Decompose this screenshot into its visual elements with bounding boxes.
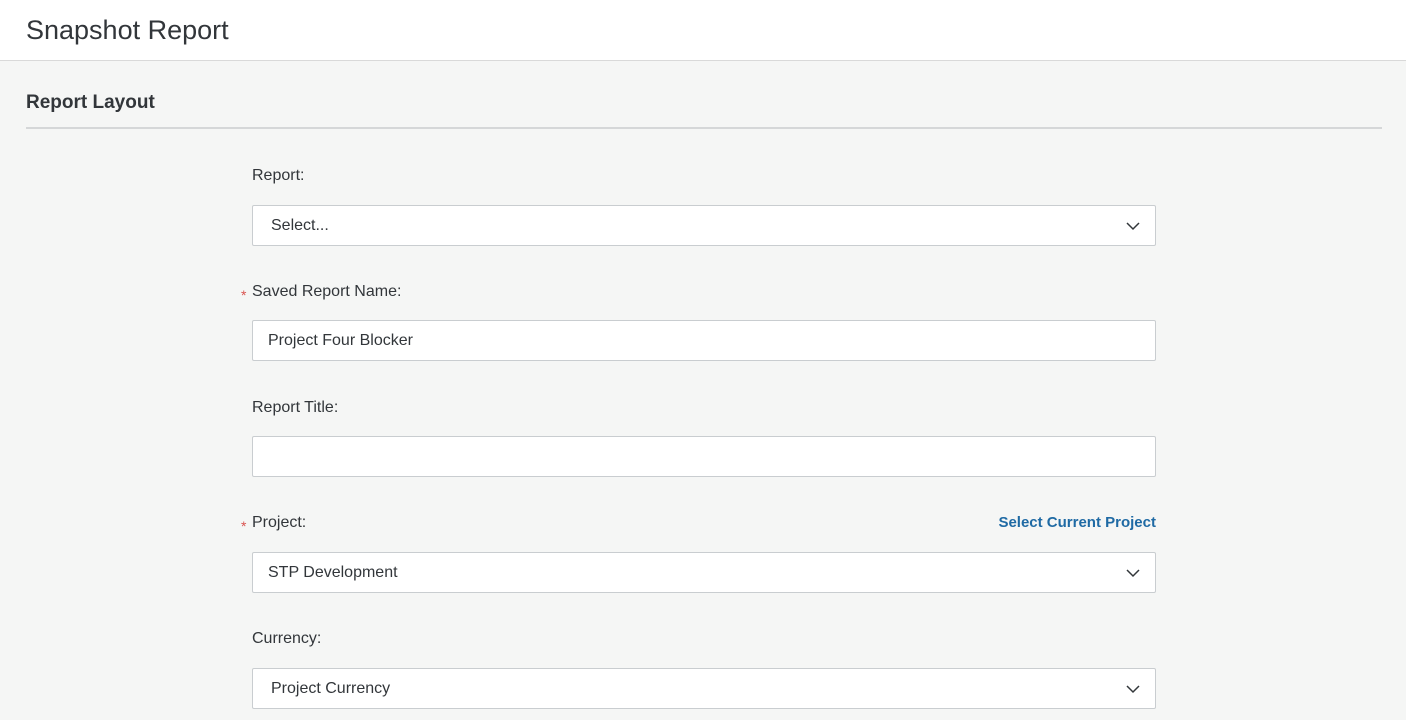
currency-select-value: Project Currency xyxy=(271,680,391,697)
page-header: Snapshot Report xyxy=(0,0,1406,61)
report-title-field[interactable] xyxy=(252,436,1156,477)
chevron-down-icon xyxy=(1125,218,1141,234)
saved-report-name-field[interactable] xyxy=(252,320,1156,361)
currency-label: Currency: xyxy=(252,630,322,647)
required-marker: * xyxy=(241,518,247,534)
report-title-label: Report Title: xyxy=(252,399,339,416)
report-title-input[interactable] xyxy=(253,437,1155,476)
project-select-value: STP Development xyxy=(268,564,398,581)
saved-report-name-input[interactable] xyxy=(253,321,1155,360)
report-select[interactable]: Select... xyxy=(252,205,1156,246)
page-title: Snapshot Report xyxy=(26,15,229,45)
section-title: Report Layout xyxy=(26,92,155,113)
required-marker: * xyxy=(241,287,247,303)
project-label: Project: xyxy=(252,514,307,531)
chevron-down-icon xyxy=(1125,565,1141,581)
project-select[interactable]: STP Development xyxy=(252,552,1156,593)
report-label: Report: xyxy=(252,167,305,184)
currency-select[interactable]: Project Currency xyxy=(252,668,1156,709)
section-header: Report Layout xyxy=(26,88,1382,129)
select-current-project-link[interactable]: Select Current Project xyxy=(998,513,1156,533)
report-select-value: Select... xyxy=(271,217,329,234)
saved-report-name-label: Saved Report Name: xyxy=(252,283,402,300)
chevron-down-icon xyxy=(1125,681,1141,697)
